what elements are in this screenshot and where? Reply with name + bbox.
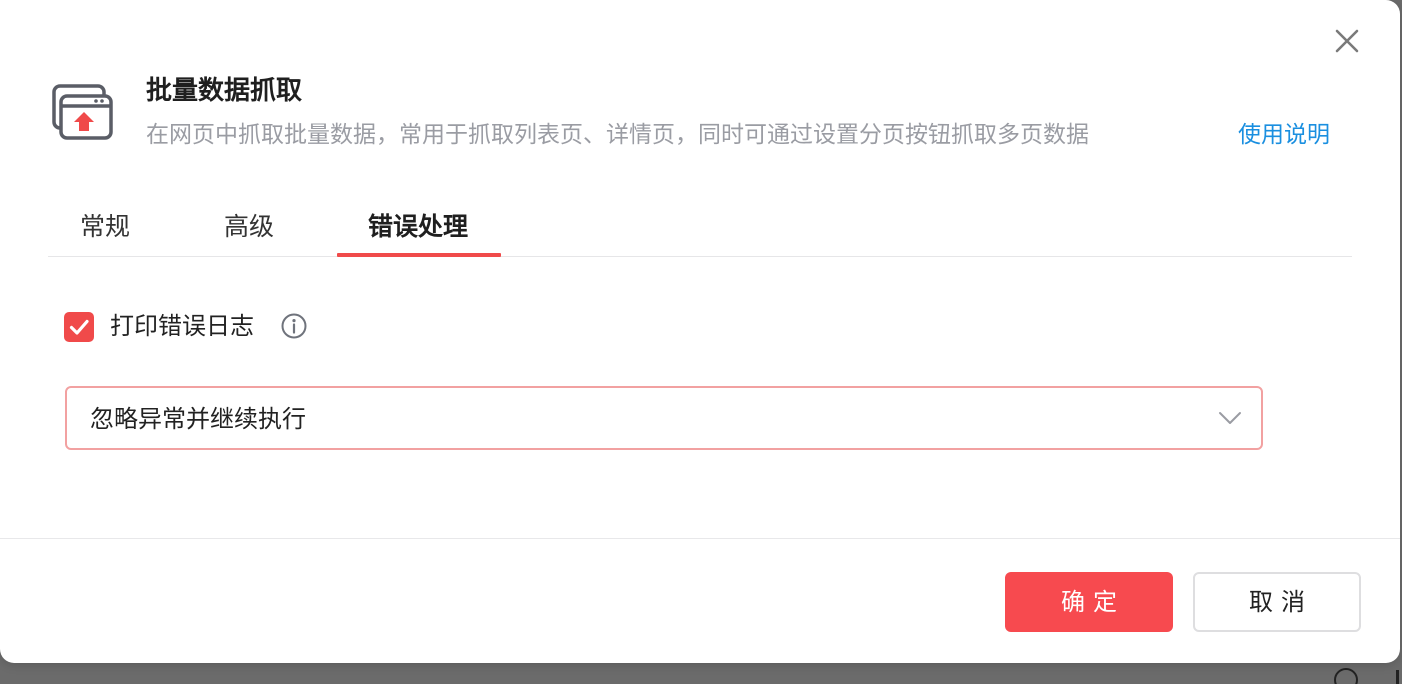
dialog-title: 批量数据抓取	[146, 76, 303, 106]
close-icon	[1335, 29, 1359, 53]
web-page-upload-icon	[50, 82, 114, 142]
footer-divider	[0, 538, 1400, 539]
tab-bar: 常规 高级 错误处理	[48, 196, 1352, 257]
tab-error-handling[interactable]: 错误处理	[368, 196, 468, 256]
background-divider	[1396, 670, 1399, 684]
print-error-log-checkbox[interactable]	[64, 312, 94, 342]
error-strategy-select[interactable]: 忽略异常并继续执行	[65, 386, 1263, 450]
checkmark-icon	[69, 319, 89, 335]
cancel-button[interactable]: 取消	[1193, 572, 1361, 632]
help-link[interactable]: 使用说明	[1238, 117, 1330, 153]
batch-data-scrape-dialog: 批量数据抓取 在网页中抓取批量数据，常用于抓取列表页、详情页，同时可通过设置分页…	[0, 0, 1400, 663]
confirm-button[interactable]: 确定	[1005, 572, 1173, 632]
info-icon[interactable]	[280, 312, 308, 340]
close-button[interactable]	[1330, 24, 1364, 58]
print-error-log-label: 打印错误日志	[110, 312, 254, 340]
background-search-icon	[1334, 668, 1358, 684]
tab-general[interactable]: 常规	[80, 196, 130, 256]
dialog-subtitle: 在网页中抓取批量数据，常用于抓取列表页、详情页，同时可通过设置分页按钮抓取多页数…	[146, 122, 1089, 148]
active-tab-indicator	[337, 253, 501, 257]
chevron-down-icon	[1217, 405, 1243, 431]
tab-advanced[interactable]: 高级	[224, 196, 274, 256]
error-strategy-value: 忽略异常并继续执行	[90, 405, 306, 433]
